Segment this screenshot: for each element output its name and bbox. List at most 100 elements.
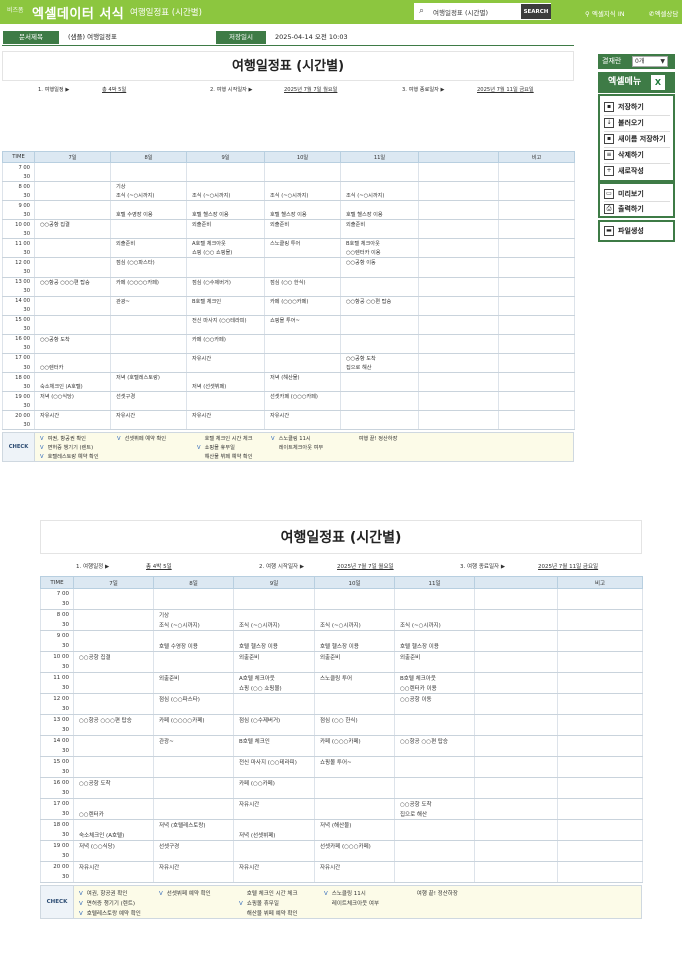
schedule-cell[interactable] <box>73 798 154 809</box>
schedule-cell[interactable] <box>340 229 419 240</box>
schedule-cell[interactable] <box>186 401 265 412</box>
schedule-cell[interactable] <box>110 248 187 259</box>
time-cell[interactable]: 15 00 <box>40 756 74 767</box>
time-cell[interactable]: 30 <box>2 191 35 202</box>
schedule-cell[interactable] <box>498 162 575 173</box>
schedule-cell[interactable] <box>186 181 265 192</box>
schedule-cell[interactable] <box>474 651 558 662</box>
schedule-cell[interactable] <box>153 851 234 862</box>
schedule-cell[interactable] <box>474 746 558 757</box>
schedule-cell[interactable]: ○○렌터카 <box>34 362 111 374</box>
schedule-cell[interactable]: 선셋카페 (○○○카페) <box>264 391 341 402</box>
schedule-cell[interactable] <box>110 343 187 354</box>
schedule-cell[interactable] <box>186 362 265 374</box>
schedule-cell[interactable]: 선셋구경 <box>153 840 234 851</box>
schedule-cell[interactable]: 스노클링 투어 <box>264 238 341 249</box>
schedule-cell[interactable]: ○○항공 ○○○편 탑승 <box>73 714 154 725</box>
schedule-cell[interactable] <box>474 788 558 799</box>
check-item[interactable]: V해산물 뷔페 예약 확인 <box>239 909 298 917</box>
schedule-cell[interactable]: ○○공항 도착 <box>34 334 111 344</box>
schedule-cell[interactable] <box>186 172 265 183</box>
schedule-cell[interactable] <box>34 353 111 363</box>
schedule-cell[interactable] <box>264 286 341 297</box>
check-item[interactable]: V레이트체크아웃 여부 <box>324 899 379 907</box>
time-cell[interactable]: 18 00 <box>40 819 74 830</box>
schedule-cell[interactable] <box>264 305 341 316</box>
schedule-cell[interactable] <box>314 599 395 610</box>
schedule-cell[interactable]: 조식 (~○시까지) <box>110 191 187 202</box>
schedule-cell[interactable] <box>34 315 111 325</box>
schedule-cell[interactable] <box>314 588 395 599</box>
schedule-cell[interactable] <box>418 343 499 354</box>
schedule-cell[interactable] <box>314 630 395 641</box>
schedule-cell[interactable]: 점심 (○수제버거) <box>233 714 315 725</box>
time-cell[interactable]: 30 <box>2 248 35 259</box>
schedule-cell[interactable] <box>498 229 575 240</box>
schedule-cell[interactable] <box>557 672 643 683</box>
schedule-cell[interactable]: 외출준비 <box>233 651 315 662</box>
schedule-cell[interactable] <box>394 851 475 862</box>
time-cell[interactable]: 20 00 <box>40 861 74 872</box>
schedule-cell[interactable] <box>418 191 499 202</box>
schedule-cell[interactable] <box>498 372 575 383</box>
schedule-cell[interactable]: 점심 (○수제버거) <box>186 277 265 287</box>
schedule-cell[interactable] <box>340 401 419 412</box>
schedule-cell[interactable] <box>153 662 234 673</box>
schedule-cell[interactable] <box>340 305 419 316</box>
schedule-cell[interactable] <box>110 401 187 412</box>
schedule-cell[interactable] <box>233 725 315 736</box>
schedule-cell[interactable] <box>474 693 558 704</box>
schedule-cell[interactable] <box>498 315 575 325</box>
schedule-cell[interactable] <box>186 420 265 431</box>
schedule-cell[interactable] <box>418 334 499 344</box>
schedule-cell[interactable] <box>73 630 154 641</box>
consult-link[interactable]: ✆엑셀상담 <box>649 8 678 18</box>
schedule-cell[interactable] <box>314 609 395 620</box>
schedule-cell[interactable] <box>418 315 499 325</box>
schedule-cell[interactable]: ○○항공 ○○○편 탑승 <box>34 277 111 287</box>
schedule-cell[interactable] <box>153 683 234 694</box>
schedule-cell[interactable] <box>34 267 111 278</box>
schedule-cell[interactable] <box>394 746 475 757</box>
schedule-cell[interactable] <box>264 267 341 278</box>
schedule-cell[interactable] <box>153 872 234 883</box>
schedule-cell[interactable] <box>474 777 558 788</box>
schedule-cell[interactable] <box>474 735 558 746</box>
time-cell[interactable]: 13 00 <box>40 714 74 725</box>
schedule-cell[interactable] <box>557 599 643 610</box>
schedule-cell[interactable] <box>394 599 475 610</box>
schedule-cell[interactable] <box>474 872 558 883</box>
pay-select[interactable]: 0개 ▼ <box>632 56 668 67</box>
schedule-cell[interactable] <box>474 599 558 610</box>
schedule-cell[interactable] <box>233 809 315 820</box>
schedule-cell[interactable] <box>186 343 265 354</box>
schedule-cell[interactable] <box>394 662 475 673</box>
schedule-cell[interactable] <box>314 767 395 778</box>
schedule-cell[interactable]: ○○항공 ○○편 탑승 <box>340 296 419 306</box>
time-cell[interactable]: 17 00 <box>2 353 35 363</box>
schedule-cell[interactable] <box>418 353 499 363</box>
schedule-cell[interactable] <box>73 767 154 778</box>
schedule-cell[interactable] <box>557 609 643 620</box>
schedule-cell[interactable] <box>110 286 187 297</box>
schedule-cell[interactable] <box>557 683 643 694</box>
schedule-cell[interactable] <box>498 296 575 306</box>
schedule-cell[interactable] <box>314 683 395 694</box>
time-cell[interactable]: 30 <box>2 267 35 278</box>
schedule-cell[interactable] <box>394 714 475 725</box>
check-item[interactable]: V 스노클링 11시 <box>324 889 366 897</box>
schedule-cell[interactable] <box>233 788 315 799</box>
schedule-cell[interactable]: 선셋구경 <box>110 391 187 402</box>
schedule-cell[interactable] <box>557 693 643 704</box>
schedule-cell[interactable] <box>498 324 575 335</box>
schedule-cell[interactable] <box>233 662 315 673</box>
schedule-cell[interactable] <box>264 181 341 192</box>
schedule-cell[interactable] <box>418 257 499 268</box>
check-item[interactable]: V 여권, 항공권 확인 <box>79 889 127 897</box>
schedule-cell[interactable] <box>73 872 154 883</box>
schedule-cell[interactable] <box>340 181 419 192</box>
check-item[interactable]: V 스노클링 11시 <box>271 435 311 442</box>
schedule-cell[interactable]: 자유시간 <box>314 861 395 872</box>
schedule-cell[interactable]: 저녁 (○○식당) <box>73 840 154 851</box>
schedule-cell[interactable] <box>474 683 558 694</box>
